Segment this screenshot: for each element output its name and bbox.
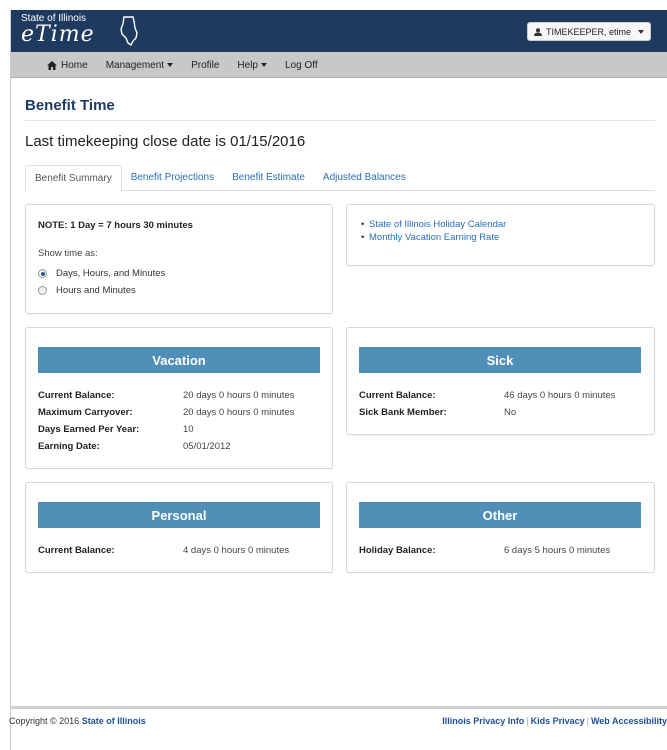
- footer-copyright: Copyright © 2016 State of Illinois: [9, 716, 146, 726]
- radio-label: Hours and Minutes: [56, 285, 136, 296]
- close-date-text: Last timekeeping close date is 01/15/201…: [25, 133, 306, 150]
- logo-etime-text: eTime: [21, 22, 95, 47]
- nav-profile[interactable]: Profile: [191, 60, 219, 71]
- show-time-label: Show time as:: [38, 248, 98, 259]
- radio-hours-minutes[interactable]: Hours and Minutes: [38, 285, 136, 296]
- etime-logo[interactable]: State of Illinois eTime: [21, 13, 95, 46]
- kids-privacy-link[interactable]: Kids Privacy: [531, 716, 585, 726]
- user-name: TIMEKEEPER, etime: [545, 26, 631, 37]
- kv-row: Current Balance: 4 days 0 hours 0 minute…: [38, 545, 289, 556]
- kv-value: 20 days 0 hours 0 minutes: [183, 407, 295, 418]
- web-accessibility-link[interactable]: Web Accessibility: [591, 716, 667, 726]
- footer-links: Illinois Privacy Info | Kids Privacy | Web A…: [442, 716, 667, 726]
- kv-row: Maximum Carryover: 20 days 0 hours 0 min…: [38, 407, 294, 418]
- nav-help-label: Help: [237, 59, 258, 71]
- holiday-calendar-link[interactable]: State of Illinois Holiday Calendar: [361, 218, 506, 231]
- radio-selected[interactable]: [38, 269, 47, 278]
- display-settings-panel: NOTE: 1 Day = 7 hours 30 minutes Show ti…: [25, 204, 333, 314]
- kv-row: Holiday Balance: 6 days 5 hours 0 minute…: [359, 545, 610, 556]
- radio-unselected[interactable]: [38, 286, 47, 295]
- kv-label: Current Balance:: [38, 545, 115, 556]
- links-panel: State of Illinois Holiday Calendar Month…: [346, 204, 655, 266]
- page-frame: [10, 10, 11, 750]
- kv-value: 6 days 5 hours 0 minutes: [504, 545, 611, 556]
- other-panel: Other Holiday Balance: 6 days 5 hours 0 …: [346, 482, 655, 573]
- kv-row: Days Earned Per Year: 10: [38, 424, 194, 435]
- kv-value: 20 days 0 hours 0 minutes: [183, 390, 295, 401]
- nav-profile-label: Profile: [191, 59, 220, 71]
- nav-logoff-label: Log Off: [285, 59, 318, 71]
- kv-value: 05/01/2012: [183, 441, 231, 452]
- chevron-down-icon: [167, 63, 174, 67]
- user-menu-button[interactable]: TIMEKEEPER, etime: [526, 22, 651, 41]
- kv-value: 10: [183, 424, 194, 435]
- footer-separator: |: [586, 716, 589, 726]
- kv-label: Current Balance:: [359, 390, 436, 401]
- privacy-info-link[interactable]: Illinois Privacy Info: [442, 716, 524, 726]
- kv-value: 4 days 0 hours 0 minutes: [183, 545, 290, 556]
- kv-value: 46 days 0 hours 0 minutes: [504, 390, 616, 401]
- benefit-tabs: Benefit Summary Benefit Projections Bene…: [25, 165, 655, 192]
- other-header: Other: [359, 502, 641, 528]
- radio-days-hours-minutes[interactable]: Days, Hours, and Minutes: [38, 268, 165, 279]
- chevron-down-icon: [638, 29, 644, 34]
- vacation-header: Vacation: [38, 347, 320, 373]
- radio-label: Days, Hours, and Minutes: [56, 268, 166, 279]
- app-header: State of Illinois eTime TIMEKEEPER, etim…: [11, 10, 667, 52]
- tab-benefit-summary[interactable]: Benefit Summary: [25, 165, 122, 192]
- tab-benefit-estimate[interactable]: Benefit Estimate: [223, 165, 314, 191]
- personal-panel: Personal Current Balance: 4 days 0 hours…: [25, 482, 333, 573]
- home-icon: [47, 60, 57, 70]
- kv-label: Days Earned Per Year:: [38, 424, 140, 435]
- kv-row: Sick Bank Member: No: [359, 407, 516, 418]
- kv-row: Earning Date: 05/01/2012: [38, 441, 231, 452]
- nav-logoff[interactable]: Log Off: [285, 60, 318, 71]
- nav-help[interactable]: Help: [237, 60, 267, 71]
- page-title: Benefit Time: [25, 97, 115, 114]
- kv-label: Earning Date:: [38, 441, 100, 452]
- vacation-panel: Vacation Current Balance: 20 days 0 hour…: [25, 327, 333, 469]
- tab-adjusted-balances[interactable]: Adjusted Balances: [314, 165, 415, 191]
- nav-management[interactable]: Management: [105, 59, 174, 71]
- chevron-down-icon: [261, 63, 267, 67]
- kv-label: Maximum Carryover:: [38, 407, 133, 418]
- kv-label: Sick Bank Member:: [359, 407, 447, 418]
- state-of-illinois-link[interactable]: State of Illinois: [82, 716, 146, 726]
- day-length-note: NOTE: 1 Day = 7 hours 30 minutes: [38, 220, 193, 231]
- divider: [25, 120, 655, 121]
- nav-home[interactable]: Home: [47, 60, 88, 71]
- kv-label: Current Balance:: [38, 390, 115, 401]
- footer-separator: |: [526, 716, 529, 726]
- illinois-outline-icon: [120, 16, 138, 46]
- sick-header: Sick: [359, 347, 641, 373]
- nav-home-label: Home: [61, 59, 88, 71]
- main-nav: Home Management Profile Help Log Off: [11, 52, 667, 78]
- nav-management-label: Management: [105, 59, 165, 71]
- kv-label: Holiday Balance:: [359, 545, 436, 556]
- tab-benefit-projections[interactable]: Benefit Projections: [122, 165, 223, 191]
- kv-value: No: [504, 407, 517, 418]
- vacation-earning-rate-link[interactable]: Monthly Vacation Earning Rate: [361, 231, 506, 244]
- kv-row: Current Balance: 46 days 0 hours 0 minut…: [359, 390, 615, 401]
- user-icon: [533, 27, 542, 36]
- footer-divider: [11, 706, 667, 709]
- copyright-text: Copyright © 2016: [9, 716, 80, 726]
- kv-row: Current Balance: 20 days 0 hours 0 minut…: [38, 390, 294, 401]
- personal-header: Personal: [38, 502, 320, 528]
- sick-panel: Sick Current Balance: 46 days 0 hours 0 …: [346, 327, 655, 435]
